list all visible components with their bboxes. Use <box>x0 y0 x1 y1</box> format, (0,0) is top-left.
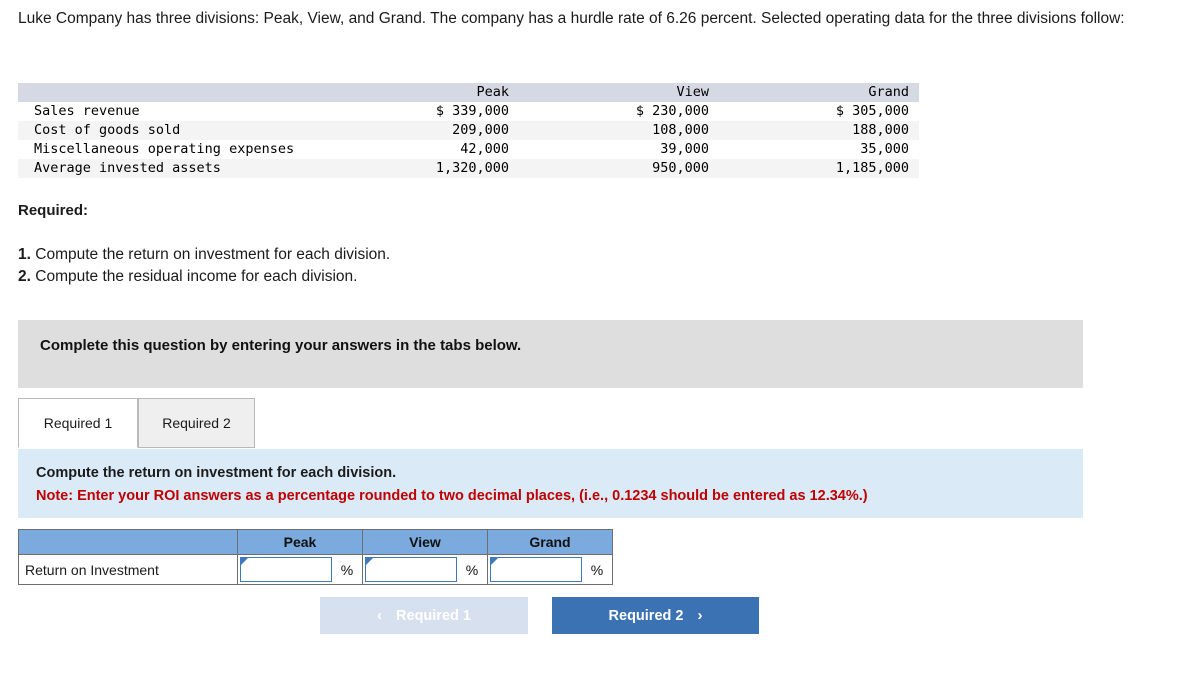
required-heading: Required: <box>18 202 89 219</box>
required-item-1: 1. Compute the return on investment for … <box>18 244 390 266</box>
roi-input-peak[interactable] <box>240 557 332 582</box>
complete-question-banner: Complete this question by entering your … <box>18 320 1083 388</box>
answer-table-row: Return on Investment % % % <box>18 554 613 585</box>
table-row: Miscellaneous operating expenses 42,000 … <box>18 140 919 159</box>
cell-cogs-grand: 188,000 <box>852 122 909 138</box>
cell-misc-grand: 35,000 <box>860 141 909 157</box>
column-header-peak: Peak <box>319 83 519 102</box>
next-required-2-label: Required 2 <box>608 607 684 624</box>
cell-cogs-view: 108,000 <box>652 122 709 138</box>
cell-sales-revenue-grand: $ 305,000 <box>835 103 909 119</box>
answer-table: Peak View Grand Return on Investment % % <box>18 529 613 585</box>
required-item-2-number: 2. <box>18 268 31 285</box>
chevron-left-icon: ‹ <box>377 607 383 624</box>
column-header-grand: Grand <box>719 83 919 102</box>
percent-symbol-view: % <box>465 561 479 578</box>
answer-column-header-grand: Grand <box>487 529 613 555</box>
previous-required-1-label: Required 1 <box>396 607 471 624</box>
answer-row-label-return-on-investment: Return on Investment <box>18 554 238 585</box>
problem-intro-text: Luke Company has three divisions: Peak, … <box>18 10 1125 27</box>
column-header-view: View <box>519 83 719 102</box>
complete-question-banner-text: Complete this question by entering your … <box>40 337 522 354</box>
cell-sales-revenue-view: $ 230,000 <box>635 103 709 119</box>
tab-required-2-label: Required 2 <box>162 415 231 431</box>
row-label-misc-operating-expenses: Miscellaneous operating expenses <box>34 141 295 157</box>
answer-column-header-view: View <box>362 529 488 555</box>
percent-symbol-grand: % <box>590 561 604 578</box>
row-label-sales-revenue: Sales revenue <box>34 103 140 119</box>
cell-assets-peak: 1,320,000 <box>435 160 509 176</box>
cell-assets-grand: 1,185,000 <box>835 160 909 176</box>
table-row: Cost of goods sold 209,000 108,000 188,0… <box>18 121 919 140</box>
tab-required-1[interactable]: Required 1 <box>18 398 138 448</box>
cell-misc-peak: 42,000 <box>460 141 509 157</box>
answer-cell-grand: % <box>487 554 613 585</box>
cell-assets-view: 950,000 <box>652 160 709 176</box>
cell-sales-revenue-peak: $ 339,000 <box>435 103 509 119</box>
operating-data-table: Peak View Grand Sales revenue $ 339,000 … <box>18 83 919 178</box>
answer-column-header-blank <box>18 529 238 555</box>
tab-required-1-label: Required 1 <box>43 415 113 431</box>
required-list: 1. Compute the return on investment for … <box>18 244 390 288</box>
chevron-right-icon: › <box>697 607 703 624</box>
instruction-note-text: Note: Enter your ROI answers as a percen… <box>36 488 868 504</box>
percent-symbol-peak: % <box>340 561 354 578</box>
next-required-2-button[interactable]: Required 2 › <box>552 597 759 634</box>
previous-required-1-button[interactable]: ‹ Required 1 <box>320 597 528 634</box>
required-item-1-text: Compute the return on investment for eac… <box>35 246 391 263</box>
required-item-1-number: 1. <box>18 246 31 263</box>
row-label-average-invested-assets: Average invested assets <box>34 160 221 176</box>
navigation-button-row: ‹ Required 1 Required 2 › <box>320 597 759 634</box>
table-header-row: Peak View Grand <box>18 83 919 102</box>
instruction-panel: Compute the return on investment for eac… <box>18 449 1083 518</box>
instruction-primary-text: Compute the return on investment for eac… <box>36 465 397 481</box>
answer-column-header-peak: Peak <box>237 529 363 555</box>
roi-input-grand[interactable] <box>490 557 582 582</box>
required-item-2-text: Compute the residual income for each div… <box>35 268 358 285</box>
table-row: Sales revenue $ 339,000 $ 230,000 $ 305,… <box>18 102 919 121</box>
roi-input-view[interactable] <box>365 557 457 582</box>
answer-table-header-row: Peak View Grand <box>18 529 613 555</box>
tab-required-2[interactable]: Required 2 <box>138 398 255 448</box>
table-row: Average invested assets 1,320,000 950,00… <box>18 159 919 178</box>
answer-cell-peak: % <box>237 554 363 585</box>
row-label-cost-of-goods-sold: Cost of goods sold <box>34 122 181 138</box>
cell-misc-view: 39,000 <box>660 141 709 157</box>
column-header-blank <box>18 83 319 102</box>
cell-cogs-peak: 209,000 <box>452 122 509 138</box>
tab-strip: Required 1 Required 2 <box>18 398 1083 450</box>
answer-cell-view: % <box>362 554 488 585</box>
required-item-2: 2. Compute the residual income for each … <box>18 266 390 288</box>
